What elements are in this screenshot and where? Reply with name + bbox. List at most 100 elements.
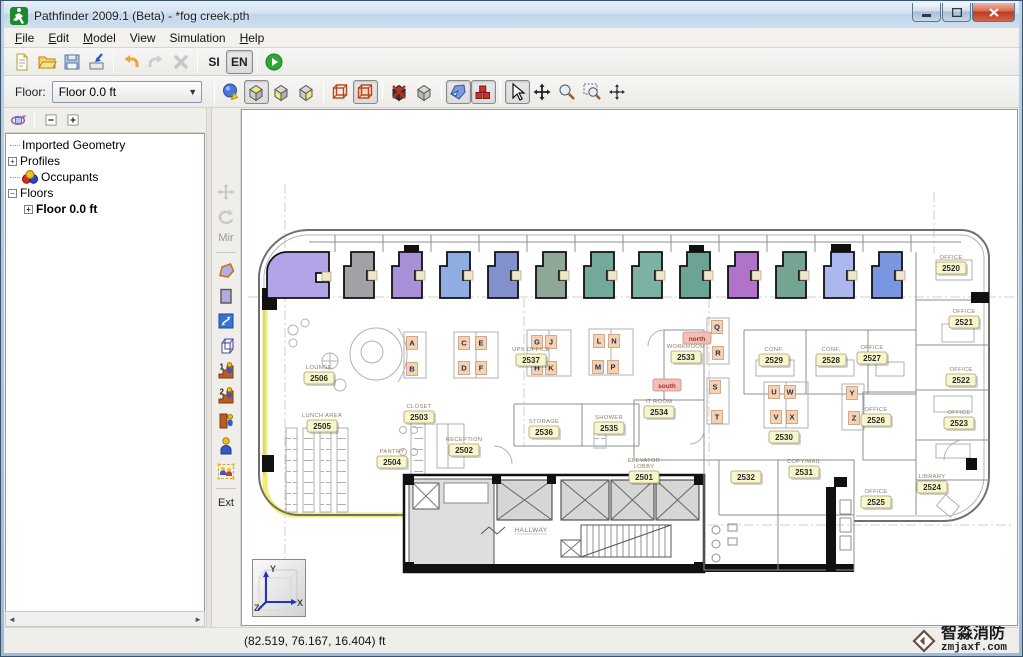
office-room[interactable] (392, 252, 425, 298)
tree-horizontal-scrollbar[interactable]: ◄ ► (5, 611, 205, 627)
desk-label-B[interactable]: B (407, 363, 418, 376)
rotate-tool-button[interactable] (214, 205, 238, 228)
desk-label-L[interactable]: L (594, 335, 605, 348)
office-room[interactable] (440, 252, 473, 298)
tree-item-floor-0-0-ft[interactable]: +Floor 0.0 ft (6, 201, 204, 217)
close-button[interactable] (972, 3, 1015, 22)
undo-button[interactable] (118, 50, 143, 74)
tree-item-imported-geometry[interactable]: Imported Geometry (6, 137, 204, 153)
office-room[interactable] (267, 252, 331, 298)
desk-label-Y[interactable]: Y (847, 387, 858, 400)
stairs-two-tool-button[interactable]: 2 (214, 384, 238, 407)
delete-button[interactable] (168, 50, 193, 74)
zoom-rect-tool-button[interactable] (580, 80, 605, 104)
office-room[interactable] (776, 252, 809, 298)
menu-view[interactable]: View (123, 29, 163, 47)
occupant-tool-button[interactable] (214, 434, 238, 457)
select-tool-button[interactable] (505, 80, 530, 104)
extrude-tool-button[interactable] (214, 334, 238, 357)
ext-tool-button[interactable]: Ext (218, 495, 234, 511)
reset-camera-button[interactable] (219, 80, 244, 104)
rectangle-tool-button[interactable] (214, 284, 238, 307)
minimize-button[interactable] (912, 3, 941, 22)
desk-label-U[interactable]: U (769, 386, 780, 399)
office-room[interactable] (536, 252, 569, 298)
zoom-point-tool-button[interactable] (605, 80, 630, 104)
titlebar[interactable]: Pathfinder 2009.1 (Beta) - *fog creek.pt… (4, 1, 1019, 28)
show-geometry-button[interactable] (446, 80, 471, 104)
floor-select[interactable]: Floor 0.0 ft ▼ (52, 81, 202, 103)
redo-button[interactable] (143, 50, 168, 74)
maximize-button[interactable] (942, 3, 971, 22)
desk-label-S[interactable]: S (710, 381, 721, 394)
menu-help[interactable]: Help (233, 29, 272, 47)
hide-object-button[interactable] (387, 80, 412, 104)
collapse-all-button[interactable] (41, 110, 61, 130)
wireframe-button[interactable] (328, 80, 353, 104)
desk-label-P[interactable]: P (608, 361, 619, 374)
show-occupants-button[interactable] (471, 80, 496, 104)
room-label-2532: 2532 (731, 471, 763, 485)
view-top-button[interactable] (244, 80, 269, 104)
expand-all-button[interactable] (63, 110, 83, 130)
office-room[interactable] (584, 252, 617, 298)
si-units-button[interactable]: SI (202, 50, 226, 74)
door-tool-button[interactable] (214, 409, 238, 432)
move-tool-button[interactable] (214, 180, 238, 203)
zoom-tool-button[interactable] (555, 80, 580, 104)
desk-label-A[interactable]: A (407, 337, 418, 350)
save-file-button[interactable] (59, 50, 84, 74)
office-room[interactable] (632, 252, 665, 298)
new-file-button[interactable] (9, 50, 34, 74)
expand-icon[interactable]: + (24, 205, 33, 214)
expand-icon[interactable]: + (8, 157, 17, 166)
desk-label-F[interactable]: F (476, 362, 487, 375)
desk-label-W[interactable]: W (785, 386, 796, 399)
office-room[interactable] (680, 252, 713, 298)
pan-tool-button[interactable] (530, 80, 555, 104)
menu-file[interactable]: File (8, 29, 41, 47)
expand-all-icon (65, 112, 82, 129)
en-units-button[interactable]: EN (226, 50, 253, 74)
menu-model[interactable]: Model (76, 29, 123, 47)
desk-label-T[interactable]: T (712, 411, 723, 424)
import-model-button[interactable] (84, 50, 109, 74)
open-file-button[interactable] (34, 50, 59, 74)
menu-simulation[interactable]: Simulation (163, 29, 233, 47)
desk-label-C[interactable]: C (459, 337, 470, 350)
spin-button[interactable] (8, 110, 28, 130)
desk-label-R[interactable]: R (713, 347, 724, 360)
run-simulation-button[interactable] (262, 50, 287, 74)
mir-tool-button[interactable]: Mir (218, 230, 233, 246)
desk-label-Q[interactable]: Q (712, 321, 723, 334)
show-object-button[interactable] (412, 80, 437, 104)
tree-item-profiles[interactable]: +Profiles (6, 153, 204, 169)
view-side-button[interactable] (294, 80, 319, 104)
polygon-tool-button[interactable] (214, 259, 238, 282)
wireframe-shaded-button[interactable] (353, 80, 378, 104)
stairs-one-tool-button[interactable]: 1 (214, 359, 238, 382)
desk-label-E[interactable]: E (476, 337, 487, 350)
desk-label-X[interactable]: X (787, 411, 798, 424)
scroll-left-arrow-icon[interactable]: ◄ (8, 615, 16, 624)
tree-item-floors[interactable]: −Floors (6, 185, 204, 201)
desk-label-M[interactable]: M (593, 361, 604, 374)
desk-label-N[interactable]: N (609, 335, 620, 348)
office-room[interactable] (488, 252, 521, 298)
office-room[interactable] (824, 252, 857, 298)
scroll-right-arrow-icon[interactable]: ► (194, 615, 202, 624)
edge-tool-button[interactable] (214, 309, 238, 332)
desk-label-D[interactable]: D (459, 362, 470, 375)
desk-label-Z[interactable]: Z (849, 412, 860, 425)
tree-item-occupants[interactable]: Occupants (6, 169, 204, 185)
desk-label-V[interactable]: V (771, 411, 782, 424)
drawing-canvas[interactable]: ABCEDFGJHKLNMPQRSTUWVXYZ northsouthHALLW… (241, 109, 1018, 626)
view-front-button[interactable] (269, 80, 294, 104)
svg-text:STORAGE: STORAGE (529, 419, 559, 425)
occupant-group-tool-button[interactable] (214, 459, 238, 482)
office-room[interactable] (872, 252, 905, 298)
menu-edit[interactable]: Edit (41, 29, 76, 47)
office-room[interactable] (728, 252, 761, 298)
collapse-icon[interactable]: − (8, 189, 17, 198)
office-room[interactable] (344, 252, 377, 298)
